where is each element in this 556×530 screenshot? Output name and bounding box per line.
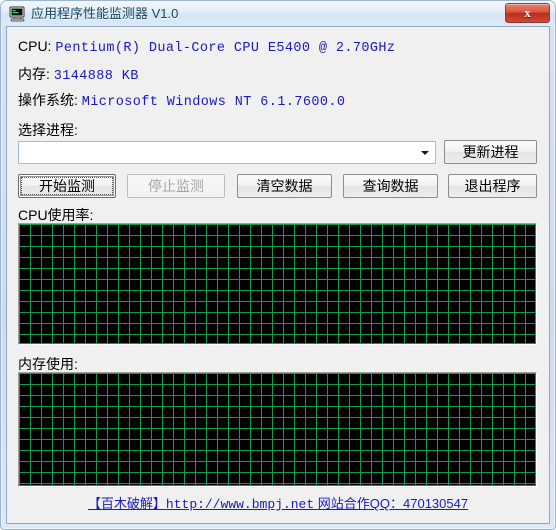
cpu-info-row: CPU: Pentium(R) Dual-Core CPU E5400 @ 2.… [18,38,395,56]
window-title: 应用程序性能监测器 V1.0 [31,6,179,21]
app-window: 应用程序性能监测器 V1.0 x CPU: Pentium(R) Dual-Co… [0,0,556,530]
footer-link[interactable]: 【百木破解】http://www.bmpj.net 网站合作QQ：4701305… [7,493,549,512]
monitor-icon [9,5,26,22]
start-monitor-button[interactable]: 开始监测 [18,174,116,198]
chevron-down-icon[interactable] [417,142,435,163]
cpu-usage-graph [18,223,537,345]
client-area: CPU: Pentium(R) Dual-Core CPU E5400 @ 2.… [7,27,549,523]
query-data-button[interactable]: 查询数据 [343,174,438,198]
stop-monitor-button: 停止监测 [127,174,225,198]
os-info-label: 操作系统: [18,92,78,108]
memory-usage-label: 内存使用: [18,356,78,372]
memory-info-value: 3144888 KB [53,69,139,84]
cpu-info-label: CPU: [18,38,52,54]
memory-usage-graph [18,372,537,487]
process-select[interactable] [18,141,436,164]
cpu-usage-label: CPU使用率: [18,207,94,223]
close-icon: x [524,5,531,20]
os-info-value: Microsoft Windows NT 6.1.7600.0 [81,95,346,110]
exit-program-button[interactable]: 退出程序 [448,174,537,198]
select-process-label: 选择进程: [18,122,78,138]
start-monitor-label: 开始监测 [39,178,95,194]
footer-qq[interactable]: 网站合作QQ：470130547 [318,496,468,511]
cpu-info-value: Pentium(R) Dual-Core CPU E5400 @ 2.70GHz [55,41,396,56]
footer-url[interactable]: http://www.bmpj.net [166,497,314,512]
footer-site-name[interactable]: 【百木破解】 [88,496,166,511]
clear-data-button[interactable]: 清空数据 [237,174,332,198]
cpu-graph-grid [19,224,536,344]
memory-info-label: 内存: [18,66,50,82]
os-info-row: 操作系统: Microsoft Windows NT 6.1.7600.0 [18,90,345,110]
memory-info-row: 内存: 3144888 KB [18,64,139,84]
memory-graph-grid [19,373,536,486]
close-button[interactable]: x [505,3,550,23]
title-bar: 应用程序性能监测器 V1.0 x [1,1,555,26]
refresh-process-button[interactable]: 更新进程 [444,140,537,164]
